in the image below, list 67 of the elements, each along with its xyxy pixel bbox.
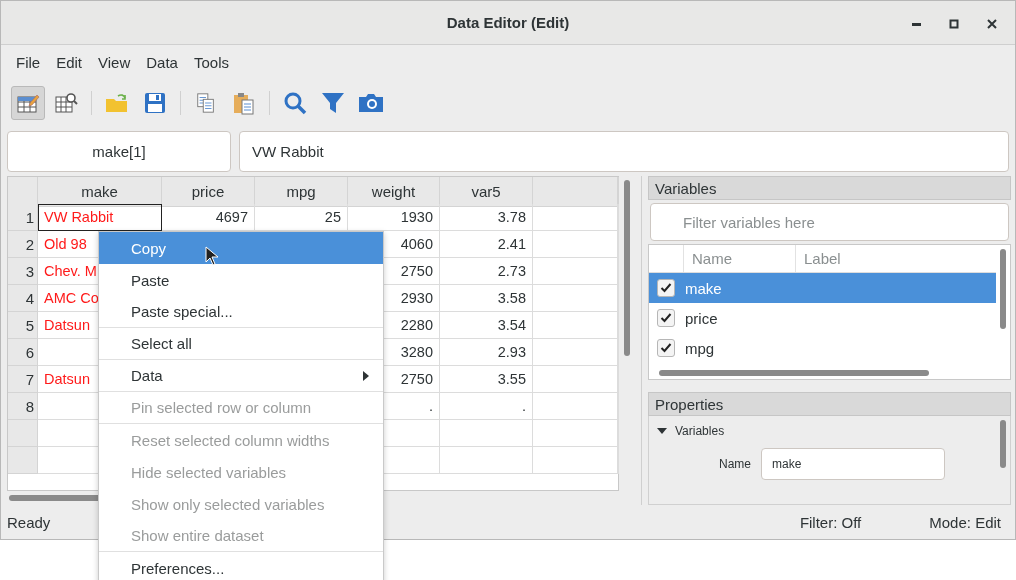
field-label: Name: [718, 457, 751, 472]
table-cell: 2.93: [440, 339, 533, 367]
paste-icon: [232, 90, 256, 115]
browse-table-icon: [54, 90, 78, 115]
scrollbar-thumb[interactable]: [1000, 420, 1006, 469]
menu-item[interactable]: View: [91, 54, 138, 72]
menu-item[interactable]: Data: [139, 54, 185, 72]
row-number[interactable]: 5: [8, 312, 38, 340]
row-number[interactable]: 8: [8, 393, 38, 421]
row-number[interactable]: 4: [8, 285, 38, 313]
save-icon: [143, 90, 167, 115]
checkbox[interactable]: [657, 279, 675, 298]
cell-value-field[interactable]: VW Rabbit: [239, 130, 1009, 173]
variable-row[interactable]: price: [649, 303, 996, 334]
table-cell: 3.54: [440, 312, 533, 340]
close-icon: [987, 19, 997, 29]
section-label: Variables: [675, 424, 725, 439]
table-cell: 3.58: [440, 285, 533, 313]
filter-status: Filter: Off: [799, 513, 862, 531]
table-cell: 3.78: [440, 204, 533, 232]
row-number[interactable]: 6: [8, 339, 38, 367]
menu-item[interactable]: File: [9, 54, 48, 72]
table-cell: 2.73: [440, 258, 533, 286]
row-number[interactable]: 1: [8, 204, 38, 232]
mode-status: Mode: Edit: [929, 513, 1001, 531]
window-title: Data Editor (Edit): [446, 13, 570, 31]
copy-icon: [195, 90, 217, 115]
scrollbar-thumb[interactable]: [1000, 249, 1006, 330]
panel-header: Variables: [648, 176, 1011, 201]
menu-item[interactable]: Data: [99, 360, 383, 392]
scrollbar-thumb[interactable]: [624, 180, 630, 357]
status-text: Ready: [7, 513, 51, 531]
column-header[interactable]: weight: [348, 177, 440, 208]
toolbar-button[interactable]: [11, 85, 45, 120]
filter-field[interactable]: Filter variables here: [650, 203, 1009, 242]
cell-reference-field[interactable]: make[1]: [7, 130, 231, 173]
maximize-icon: [949, 19, 959, 29]
checkbox[interactable]: [657, 309, 675, 328]
variable-name: make: [685, 279, 722, 297]
panel-header: Properties: [648, 392, 1011, 417]
search-icon: [283, 90, 307, 115]
scrollbar-thumb[interactable]: [659, 370, 929, 377]
variable-name: mpg: [685, 339, 715, 357]
column-header[interactable]: make: [38, 177, 162, 208]
row-number[interactable]: 3: [8, 258, 38, 286]
column-header[interactable]: price: [162, 177, 255, 208]
table-cell: VW Rabbit: [38, 204, 162, 232]
variable-row[interactable]: mpg: [649, 333, 996, 364]
row-number[interactable]: 7: [8, 366, 38, 394]
filter-icon: [321, 90, 345, 115]
table-cell: 2.41: [440, 231, 533, 259]
table-cell: .: [440, 393, 533, 421]
column-header[interactable]: var5: [440, 177, 533, 208]
menu-item[interactable]: Tools: [186, 54, 236, 72]
minimize-icon: [911, 22, 921, 26]
checkbox[interactable]: [657, 339, 675, 358]
input-field[interactable]: make: [761, 448, 945, 481]
column-header[interactable]: mpg: [255, 177, 348, 208]
menu-item[interactable]: Preferences...: [99, 552, 383, 580]
menu-item[interactable]: Edit: [49, 54, 90, 72]
row-number[interactable]: 2: [8, 231, 38, 259]
variable-name: price: [685, 309, 718, 327]
table-cell: 3.55: [440, 366, 533, 394]
expander-icon[interactable]: [657, 427, 667, 436]
mouse-cursor-icon: [205, 246, 219, 266]
menu-item[interactable]: Select all: [99, 328, 383, 360]
menu-item[interactable]: Paste special...: [99, 296, 383, 328]
